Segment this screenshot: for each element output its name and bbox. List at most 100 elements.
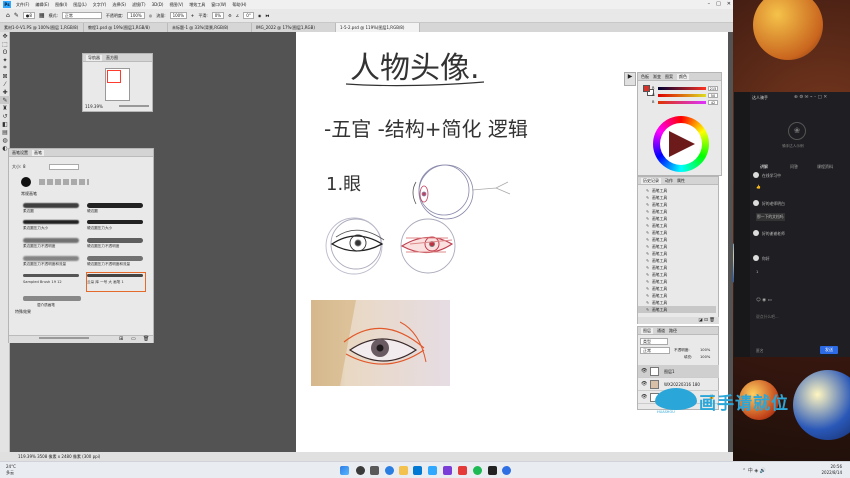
menu-layer[interactable]: 图层(L) bbox=[73, 2, 86, 8]
blue-slider[interactable] bbox=[658, 101, 706, 104]
history-item[interactable]: ✎ 画笔工具 bbox=[638, 250, 716, 257]
green-slider[interactable] bbox=[658, 94, 706, 97]
eye-icon[interactable]: 👁 bbox=[641, 365, 647, 378]
weather-widget[interactable]: 24°C 多云 bbox=[6, 464, 16, 476]
snapshot-icon[interactable]: ◪ bbox=[698, 318, 702, 323]
brush-footer-group[interactable]: 湿介质画笔 bbox=[37, 303, 55, 308]
healing-brush-icon[interactable]: ✚ bbox=[0, 88, 10, 96]
history-trash-icon[interactable]: 🗑 bbox=[709, 318, 715, 323]
eye-icon[interactable]: 👁 bbox=[641, 391, 647, 404]
brush-size-value[interactable]: 8 bbox=[23, 164, 26, 169]
brush-item[interactable]: 硬边圆压力不透明度 bbox=[87, 237, 145, 250]
anonymous-checkbox[interactable]: 匿名 bbox=[756, 348, 764, 354]
blend-mode-select[interactable]: 正常 bbox=[640, 347, 670, 354]
play-action-icon[interactable]: ▶ bbox=[624, 72, 636, 86]
history-item[interactable]: ✎ 画笔工具 bbox=[638, 278, 716, 285]
tab-paths[interactable]: 路径 bbox=[669, 328, 677, 334]
brush-item[interactable]: 硬边圆 bbox=[87, 202, 145, 215]
history-item[interactable]: ✎ 画笔工具 bbox=[638, 236, 716, 243]
frame-tool-icon[interactable]: ⊠ bbox=[0, 72, 10, 80]
tab-gradients[interactable]: 渐变 bbox=[653, 74, 661, 80]
edge-browser-icon[interactable] bbox=[385, 466, 394, 475]
tab-channels[interactable]: 通道 bbox=[657, 328, 665, 334]
eraser-icon[interactable]: ◧ bbox=[0, 120, 10, 128]
tab-materials[interactable]: 课程资料 bbox=[817, 164, 833, 170]
brush-size-preset[interactable]: ●8 bbox=[22, 12, 35, 19]
tab-brush-settings[interactable]: 画笔设置 bbox=[12, 150, 28, 156]
history-item[interactable]: ✎ 画笔工具 bbox=[638, 222, 716, 229]
layer-row[interactable]: 👁 图层1 bbox=[638, 365, 719, 378]
opacity-field[interactable]: 100% bbox=[127, 12, 145, 19]
brush-item-selected[interactable]: 云朵 库 一号 大 画笔 1 bbox=[86, 272, 146, 292]
brush-group-label[interactable]: 常规画笔 bbox=[21, 191, 37, 197]
folder-icon[interactable]: ▭ bbox=[131, 336, 136, 342]
tab-qa[interactable]: 问答 bbox=[790, 164, 798, 170]
airbrush-icon[interactable]: ✈ bbox=[191, 13, 194, 18]
minimize-icon[interactable]: – bbox=[708, 0, 711, 9]
layer-opacity-value[interactable]: 100% bbox=[700, 348, 710, 352]
history-item[interactable]: ✎ 画笔工具 bbox=[638, 299, 716, 306]
stamp-tool-icon[interactable]: ♜ bbox=[0, 104, 10, 112]
doc-tab[interactable]: 素材1-0-V1.PS @ 100%(图层 1,RGB/8) bbox=[0, 23, 84, 32]
history-item[interactable]: ✎ 画笔工具 bbox=[638, 285, 716, 292]
history-item[interactable]: ✎ 画笔工具 bbox=[638, 229, 716, 236]
tab-lecture[interactable]: 讲解 bbox=[760, 164, 768, 170]
close-icon[interactable]: ✕ bbox=[727, 0, 731, 9]
menu-window[interactable]: 窗口(W) bbox=[211, 2, 226, 8]
tab-color[interactable]: 颜色 bbox=[677, 73, 689, 80]
color-wheel[interactable] bbox=[653, 116, 709, 172]
red-slider[interactable] bbox=[658, 87, 706, 90]
pressure-opacity-icon[interactable]: ◎ bbox=[149, 13, 153, 18]
menu-file[interactable]: 文件(F) bbox=[16, 2, 29, 8]
history-item[interactable]: ✎ 画笔工具 bbox=[638, 201, 716, 208]
history-item[interactable]: ✎ 画笔工具 bbox=[638, 257, 716, 264]
green-value[interactable]: 50 bbox=[708, 93, 718, 98]
brush-item[interactable]: 柔边圆压力不透明度和流量 bbox=[23, 255, 81, 268]
doc-tab[interactable]: 教程1.psd @ 19%(图层1,RGB/8) bbox=[84, 23, 168, 32]
eyedropper-icon[interactable]: ⁄ bbox=[0, 80, 10, 88]
menu-3d[interactable]: 3D(D) bbox=[152, 2, 164, 7]
doc-tab[interactable]: IMG_2022 @ 17%(图层1,RGB) bbox=[252, 23, 336, 32]
camera-icon[interactable]: ⊡ bbox=[704, 318, 708, 323]
brush-item[interactable]: 柔边圆压力不透明度 bbox=[23, 237, 81, 250]
history-item[interactable]: ✎ 画笔工具 bbox=[638, 194, 716, 201]
history-item[interactable]: ✎ 画笔工具 bbox=[638, 215, 716, 222]
layer-kind-filter[interactable]: 类型 bbox=[640, 338, 668, 345]
emoji-icon[interactable]: ☺ ◉ ▭ bbox=[756, 298, 772, 303]
history-item[interactable]: ✎ 画笔工具 bbox=[638, 243, 716, 250]
task-view-icon[interactable] bbox=[370, 466, 379, 475]
navigator-zoom-slider[interactable] bbox=[119, 105, 149, 107]
history-item[interactable]: ✎ 画笔工具 bbox=[638, 306, 716, 313]
lasso-tool-icon[interactable]: ʘ bbox=[0, 48, 10, 56]
red-value[interactable]: 215 bbox=[708, 86, 718, 91]
brush-item[interactable]: 柔边圆压力大小 bbox=[23, 219, 81, 232]
menu-select[interactable]: 选择(S) bbox=[112, 2, 126, 8]
home-icon[interactable]: ⌂ bbox=[6, 12, 10, 19]
brush-item[interactable]: 硬边圆压力不透明度和流量 bbox=[87, 255, 145, 268]
history-item[interactable]: ✎ 画笔工具 bbox=[638, 271, 716, 278]
recent-brushes[interactable] bbox=[39, 179, 89, 185]
app-taskbar-icon[interactable] bbox=[502, 466, 511, 475]
app-taskbar-icon[interactable] bbox=[458, 466, 467, 475]
chat-toolbar-icons[interactable]: ⊕ ⚙ ✉ ⌁ – □ ✕ bbox=[794, 95, 827, 100]
crop-tool-icon[interactable]: ⌗ bbox=[0, 64, 10, 72]
flow-field[interactable]: 100% bbox=[169, 12, 188, 19]
maximize-icon[interactable]: □ bbox=[716, 0, 721, 9]
mode-select[interactable]: 正常 bbox=[61, 12, 102, 19]
menu-type[interactable]: 文字(Y) bbox=[93, 2, 107, 8]
tab-histogram[interactable]: 直方图 bbox=[106, 55, 118, 61]
brush-item[interactable]: 柔边圆 bbox=[23, 202, 81, 215]
navigator-view-box[interactable] bbox=[107, 70, 121, 83]
tray-icons[interactable]: ⌃ 中 ◈ 🔊 bbox=[742, 467, 766, 474]
windows-start-icon[interactable] bbox=[340, 466, 349, 475]
new-brush-icon[interactable]: ⊞ bbox=[119, 336, 123, 342]
menu-plugins[interactable]: 增效工具 bbox=[189, 2, 205, 8]
tab-actions[interactable]: 动作 bbox=[665, 178, 673, 184]
doc-tab-active[interactable]: 1-5-2.psd @ 119%(图层1,RGB/8) bbox=[336, 23, 420, 32]
angle-field[interactable]: 0° bbox=[243, 12, 254, 19]
symmetry-icon[interactable]: ⧓ bbox=[265, 13, 269, 18]
smooth-field[interactable]: 0% bbox=[211, 12, 225, 19]
tab-properties[interactable]: 属性 bbox=[677, 178, 685, 184]
navigator-zoom[interactable]: 119.39% bbox=[85, 104, 103, 109]
brush-settings-icon[interactable]: ▦ bbox=[39, 12, 45, 19]
